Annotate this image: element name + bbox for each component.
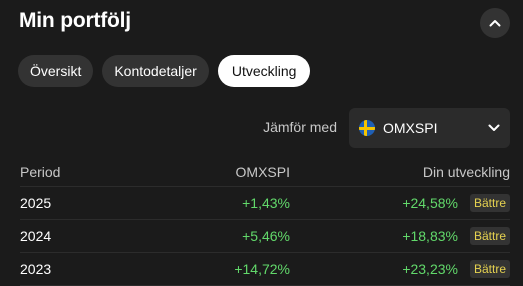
your-return-cell: +24,58% [402,195,458,211]
column-header-index: OMXSPI [235,163,290,180]
your-return-cell: +18,83% [402,228,458,244]
your-return-cell: +23,23% [402,261,458,277]
status-badge: Bättre [469,194,510,212]
table-row: 2024 +5,46% +18,83% Bättre [20,220,510,253]
chevron-up-icon [489,20,501,27]
table-header: Period OMXSPI Din utveckling [20,157,510,187]
period-cell: 2025 [20,195,52,211]
chevron-down-icon [488,124,500,131]
index-return-cell: +1,43% [242,195,290,211]
tab-utveckling[interactable]: Utveckling [217,55,311,87]
column-header-yours: Din utveckling [422,163,510,180]
index-return-cell: +5,46% [242,228,290,244]
select-value: OMXSPI [383,120,438,136]
tab-oversikt[interactable]: Översikt [18,55,94,87]
index-return-cell: +14,72% [234,261,290,277]
tab-bar: Översikt Kontodetaljer Utveckling [18,55,319,87]
performance-table: Period OMXSPI Din utveckling 2025 +1,43%… [20,157,510,286]
period-cell: 2023 [20,261,52,277]
column-header-period: Period [20,163,61,180]
table-row: 2023 +14,72% +23,23% Bättre [20,253,510,286]
sweden-flag-icon [359,120,375,136]
status-badge: Bättre [469,260,510,278]
status-badge: Bättre [469,227,510,245]
compare-index-select[interactable]: OMXSPI [349,108,510,148]
collapse-button[interactable] [480,8,510,38]
table-row: 2025 +1,43% +24,58% Bättre [20,187,510,220]
tab-kontodetaljer[interactable]: Kontodetaljer [102,55,209,87]
page-title: Min portfölj [19,9,131,32]
compare-label: Jämför med [263,119,337,135]
period-cell: 2024 [20,228,52,244]
